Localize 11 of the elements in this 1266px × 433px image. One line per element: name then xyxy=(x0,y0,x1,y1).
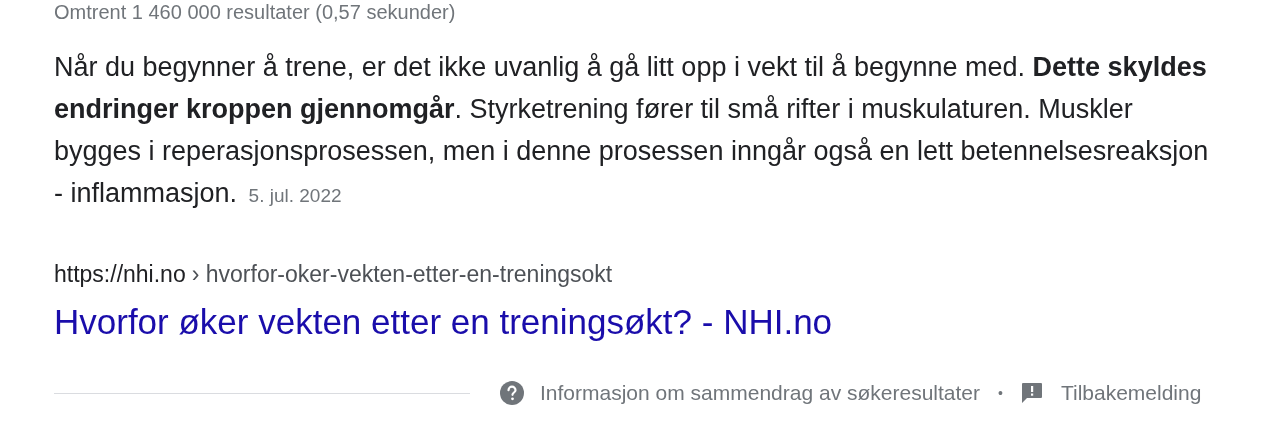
snippet-date: 5. jul. 2022 xyxy=(248,185,342,206)
result-url: https://nhi.no xyxy=(54,260,186,289)
snippet-text: Når du begynner å trene, er det ikke uvanlig å gå litt opp i vekt til å begynne med. Dette skyldes endringer kroppen gjennomgår. Styrketrening fører til små rifter i muskulaturen. Muskler bygges i reperasjonsprosessen, men i denne prosessen inngår også en lett betennelsesreaksjon - inflammasjon. 5. jul. 2022 xyxy=(54,51,1210,210)
separator-dot: • xyxy=(998,383,1003,403)
result-stats: Omtrent 1 460 000 resultater (0,57 sekunder) xyxy=(54,0,456,24)
feedback-icon xyxy=(1020,382,1043,404)
result-breadcrumb: › hvorfor-oker-vekten-etter-en-treningsokt xyxy=(191,260,613,289)
result-title-link[interactable]: Hvorfor øker vekten etter en treningsøkt? - NHI.no xyxy=(54,302,833,342)
about-link[interactable]: Informasjon om sammendrag av søkeresultater xyxy=(540,377,980,409)
feedback-link[interactable]: Tilbakemelding xyxy=(1060,377,1202,409)
help-icon xyxy=(500,381,524,405)
